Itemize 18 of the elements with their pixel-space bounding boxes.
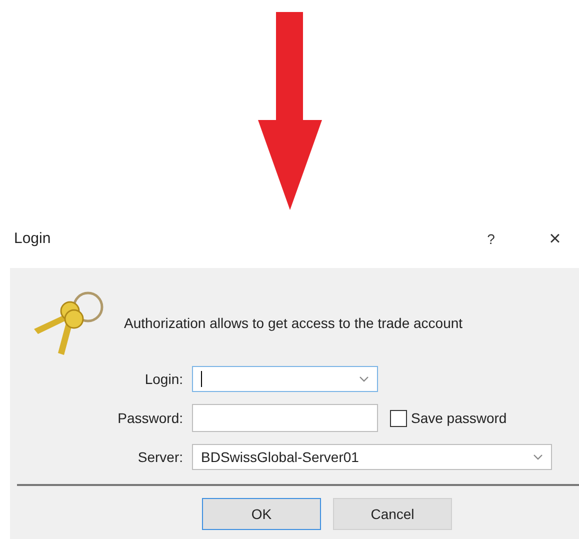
window-title: Login	[14, 228, 52, 249]
dialog-button[interactable]: Cancel	[333, 498, 452, 530]
field-label: Password:	[116, 408, 184, 428]
field-label: Login:	[144, 370, 184, 389]
password-field[interactable]	[192, 404, 378, 432]
checkbox[interactable]	[390, 410, 407, 426]
field-value: BDSwissGlobal-Server01	[201, 448, 359, 466]
dropdown-caret-icon	[359, 376, 369, 382]
field-label: Server:	[136, 448, 184, 466]
dialog-button[interactable]: OK	[202, 498, 321, 530]
info-message: Authorization allows to get access to the trade account	[124, 314, 463, 333]
checkbox-label: Save password	[411, 408, 507, 428]
dropdown-field[interactable]	[192, 366, 378, 392]
dropdown-field[interactable]: BDSwissGlobal-Server01	[192, 444, 552, 470]
text-cursor	[201, 371, 202, 387]
close-button[interactable]: ×	[543, 224, 567, 254]
help-button[interactable]: ?	[479, 228, 503, 250]
dropdown-caret-icon	[533, 454, 543, 460]
